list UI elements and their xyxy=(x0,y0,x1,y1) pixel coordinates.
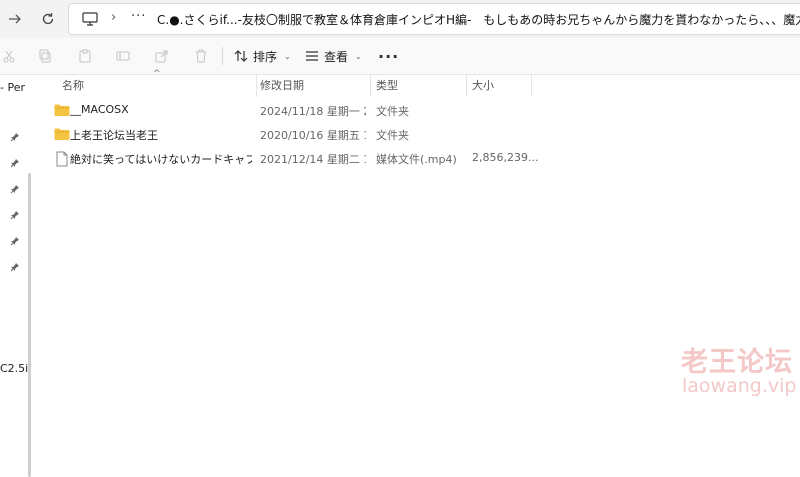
column-divider[interactable] xyxy=(256,75,257,97)
file-type: 文件夹 xyxy=(376,105,409,118)
column-header-name[interactable]: 名称 xyxy=(62,75,84,97)
share-icon[interactable] xyxy=(153,47,171,65)
view-label: 查看 xyxy=(324,49,349,64)
sort-button[interactable]: 排序 ⌄ xyxy=(234,45,291,67)
file-icon xyxy=(54,151,70,167)
breadcrumb-overflow-button[interactable]: ··· xyxy=(131,9,146,24)
address-row: › ··· C.●.さくらif...-友枝〇制服で教室＆体育倉庫インピオH編- … xyxy=(0,0,800,38)
this-pc-icon xyxy=(81,10,99,28)
pin-icon xyxy=(10,235,20,246)
forward-icon[interactable] xyxy=(3,7,27,31)
pin-icon xyxy=(10,183,20,194)
pin-icon xyxy=(10,209,20,220)
file-modified: 2021/12/14 星期二 1... xyxy=(260,153,366,166)
file-size: 2,856,239... xyxy=(472,151,539,164)
rename-icon[interactable] xyxy=(114,47,132,65)
pin-icon xyxy=(10,157,20,168)
column-header-modified[interactable]: 修改日期 xyxy=(260,75,304,97)
file-name: 絶対に笑ってはいけないカードキャプタ... xyxy=(70,153,252,166)
column-divider[interactable] xyxy=(531,75,532,97)
watermark-title: 老王论坛 xyxy=(681,347,793,378)
file-name: 上老王论坛当老王 xyxy=(70,129,158,142)
watermark-url: laowang.vip xyxy=(682,375,797,397)
pin-icon xyxy=(10,131,20,142)
file-type: 文件夹 xyxy=(376,129,409,142)
breadcrumb-current-folder[interactable]: C.●.さくらif...-友枝〇制服で教室＆体育倉庫インピオH編- もしもあの時… xyxy=(157,11,800,28)
column-divider[interactable] xyxy=(370,75,371,97)
file-type: 媒体文件(.mp4) xyxy=(376,153,457,166)
cut-icon[interactable] xyxy=(0,47,18,65)
column-divider[interactable] xyxy=(466,75,467,97)
address-bar[interactable]: › ··· C.●.さくらif...-友枝〇制服で教室＆体育倉庫インピオH編- … xyxy=(68,3,800,35)
file-row[interactable]: 上老王论坛当老王 2020/10/16 星期五 1... 文件夹 xyxy=(34,123,800,147)
view-icon xyxy=(306,51,318,61)
chevron-down-icon: ⌄ xyxy=(355,51,362,61)
column-header-size[interactable]: 大小 xyxy=(472,75,494,97)
folder-icon xyxy=(54,103,70,117)
file-row[interactable]: __MACOSX 2024/11/18 星期一 2... 文件夹 xyxy=(34,99,800,123)
pin-icon xyxy=(10,261,20,272)
toolbar-divider xyxy=(222,47,223,65)
refresh-icon[interactable] xyxy=(36,7,60,31)
chevron-down-icon: ⌄ xyxy=(284,51,291,61)
folder-icon xyxy=(54,127,70,141)
nav-item-partial[interactable]: - Per xyxy=(0,81,25,94)
navigation-scrollbar[interactable] xyxy=(28,173,31,477)
paste-icon[interactable] xyxy=(76,47,94,65)
column-header-type[interactable]: 类型 xyxy=(376,75,398,97)
nav-item-partial[interactable]: C2.5i xyxy=(0,362,28,375)
file-modified: 2024/11/18 星期一 2... xyxy=(260,105,366,118)
delete-icon[interactable] xyxy=(192,47,210,65)
file-modified: 2020/10/16 星期五 1... xyxy=(260,129,366,142)
sort-icon xyxy=(234,50,248,62)
command-bar: 排序 ⌄ 查看 ⌄ ··· xyxy=(0,38,800,75)
navigation-pane: - Per C2.5i xyxy=(0,75,34,477)
sort-label: 排序 xyxy=(253,49,278,64)
copy-icon[interactable] xyxy=(36,47,54,65)
see-more-button[interactable]: ··· xyxy=(378,47,399,66)
view-button[interactable]: 查看 ⌄ xyxy=(305,45,362,67)
sort-indicator-icon: ^ xyxy=(153,69,161,79)
breadcrumb-chevron-icon: › xyxy=(111,10,117,25)
file-row[interactable]: 絶対に笑ってはいけないカードキャプタ... 2021/12/14 星期二 1..… xyxy=(34,147,800,171)
file-name: __MACOSX xyxy=(70,103,129,116)
